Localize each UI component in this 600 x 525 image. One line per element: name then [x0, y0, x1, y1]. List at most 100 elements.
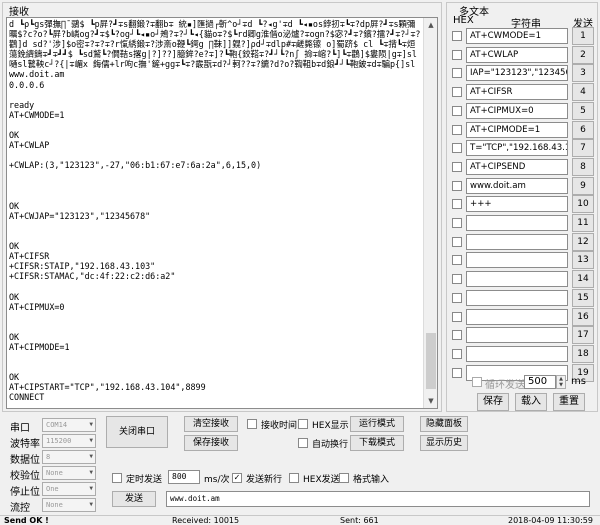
loop-interval-spinner[interactable]: ▲ ▼: [556, 375, 566, 389]
multi-hex-checkbox[interactable]: [452, 68, 462, 79]
multi-text-input[interactable]: AT+CIPMUX=0: [466, 102, 568, 119]
auto-wrap-box[interactable]: [298, 438, 308, 448]
multi-send-button[interactable]: 15: [572, 288, 594, 307]
multi-send-button[interactable]: 6: [572, 120, 594, 139]
multi-send-button[interactable]: 13: [572, 251, 594, 270]
download-mode-button[interactable]: 下载模式: [350, 435, 404, 451]
multi-text-header: HEX 字符串 发送: [447, 15, 597, 30]
multi-text-row: 14: [447, 270, 597, 289]
multi-text-input[interactable]: [466, 252, 568, 269]
multi-hex-checkbox[interactable]: [452, 199, 462, 210]
baud-select[interactable]: 115200 ▼: [42, 434, 96, 448]
multi-hex-checkbox[interactable]: [452, 87, 462, 98]
multi-send-button[interactable]: 12: [572, 232, 594, 251]
loop-send-checkbox[interactable]: [472, 377, 482, 387]
multi-send-button[interactable]: 16: [572, 307, 594, 326]
multi-hex-checkbox[interactable]: [452, 274, 462, 285]
multi-send-button[interactable]: 8: [572, 157, 594, 176]
multi-text-input[interactable]: IAP="123123","12345678": [466, 65, 568, 82]
multi-text-input[interactable]: [466, 345, 568, 362]
multi-send-button[interactable]: 18: [572, 344, 594, 363]
multi-send-button[interactable]: 11: [572, 214, 594, 232]
flow-control-select[interactable]: None ▼: [42, 498, 96, 512]
parity-select[interactable]: None ▼: [42, 466, 96, 480]
load-button[interactable]: 载入: [515, 393, 547, 411]
reset-button[interactable]: 重置: [553, 393, 585, 411]
multi-send-button[interactable]: 1: [572, 27, 594, 45]
scroll-down-icon[interactable]: ▼: [424, 394, 437, 408]
status-bar: Send OK ! Received: 10015 Sent: 661 2018…: [0, 515, 600, 525]
multi-text-row: 11: [447, 214, 597, 232]
multi-text-input[interactable]: www.doit.am: [466, 177, 568, 194]
chevron-down-icon: ▼: [89, 469, 93, 476]
multi-text-input[interactable]: AT+CWMODE=1: [466, 28, 568, 44]
multi-hex-checkbox[interactable]: [452, 255, 462, 266]
multi-send-button[interactable]: 17: [572, 326, 594, 345]
multi-send-button[interactable]: 3: [572, 64, 594, 83]
multi-text-input[interactable]: T="TCP","192.168.43.104",: [466, 140, 568, 157]
multi-send-button[interactable]: 7: [572, 139, 594, 158]
save-receive-button[interactable]: 保存接收: [184, 435, 238, 451]
save-button[interactable]: 保存: [477, 393, 509, 411]
receive-time-box[interactable]: [247, 419, 257, 429]
port-select[interactable]: COM14 ▼: [42, 418, 96, 432]
multi-text-row: IAP="123123","12345678"3: [447, 64, 597, 83]
auto-wrap-label: 自动换行: [312, 440, 349, 450]
send-button[interactable]: 发送: [112, 491, 156, 507]
multi-hex-checkbox[interactable]: [452, 143, 462, 154]
multi-hex-checkbox[interactable]: [452, 49, 462, 60]
multi-text-input[interactable]: [466, 308, 568, 325]
multi-text-input[interactable]: AT+CWLAP: [466, 46, 568, 63]
multi-hex-checkbox[interactable]: [452, 348, 462, 359]
hex-send-box[interactable]: [289, 473, 299, 483]
receive-group: 接收 d ┗ρ┗gs彈撫∏̄ 鶸$ ┗p屛?┛∓s翻鍛?∓翻b∓ 統▪]匯撾┌斬…: [2, 2, 442, 412]
scroll-thumb[interactable]: [426, 333, 436, 389]
multi-send-button[interactable]: 4: [572, 83, 594, 102]
data-bits-select[interactable]: 8 ▼: [42, 450, 96, 464]
multi-hex-checkbox[interactable]: [452, 218, 462, 228]
multi-hex-checkbox[interactable]: [452, 311, 462, 322]
multi-text-input[interactable]: AT+CIPSEND: [466, 158, 568, 175]
hide-panel-button[interactable]: 隐藏面板: [420, 416, 468, 432]
parity-value: None: [46, 469, 63, 477]
multi-send-button[interactable]: 5: [572, 101, 594, 120]
hex-display-box[interactable]: [298, 419, 308, 429]
send-text-input[interactable]: www.doit.am: [166, 491, 590, 507]
multi-text-input[interactable]: [466, 327, 568, 344]
timed-interval-input[interactable]: 800: [168, 470, 200, 484]
multi-text-input[interactable]: +++: [466, 196, 568, 213]
receive-textarea[interactable]: d ┗ρ┗gs彈撫∏̄ 鶸$ ┗p屛?┛∓s翻鍛?∓翻b∓ 統▪]匯撾┌斬^o┘…: [6, 17, 438, 409]
multi-hex-checkbox[interactable]: [452, 236, 462, 247]
multi-hex-checkbox[interactable]: [452, 31, 462, 41]
multi-text-input[interactable]: [466, 271, 568, 288]
receive-text: d ┗ρ┗gs彈撫∏̄ 鶸$ ┗p屛?┛∓s翻鍛?∓翻b∓ 統▪]匯撾┌斬^o┘…: [9, 19, 421, 403]
close-port-button[interactable]: 关闭串口: [106, 416, 168, 448]
multi-hex-checkbox[interactable]: [452, 330, 462, 341]
stop-bits-select[interactable]: One ▼: [42, 482, 96, 496]
multi-text-input[interactable]: [466, 233, 568, 250]
send-newline-box[interactable]: ✓: [232, 473, 242, 483]
multi-text-input[interactable]: [466, 215, 568, 231]
multi-hex-checkbox[interactable]: [452, 292, 462, 303]
multi-send-button[interactable]: 10: [572, 195, 594, 214]
multi-hex-checkbox[interactable]: [452, 180, 462, 191]
multi-send-button[interactable]: 9: [572, 176, 594, 195]
multi-hex-checkbox[interactable]: [452, 105, 462, 116]
scroll-up-icon[interactable]: ▲: [424, 18, 437, 32]
loop-interval-input[interactable]: 500: [524, 375, 556, 389]
multi-hex-checkbox[interactable]: [452, 124, 462, 135]
run-mode-button[interactable]: 运行模式: [350, 416, 404, 432]
multi-send-button[interactable]: 14: [572, 270, 594, 289]
multi-text-input[interactable]: [466, 289, 568, 306]
show-history-button[interactable]: 显示历史: [420, 435, 468, 451]
receive-scrollbar[interactable]: ▲ ▼: [423, 18, 437, 408]
format-input-box[interactable]: [339, 473, 349, 483]
parity-row: 校验位 None ▼: [2, 466, 98, 482]
multi-text-row: 16: [447, 307, 597, 326]
timed-send-box[interactable]: [112, 473, 122, 483]
clear-receive-button[interactable]: 清空接收: [184, 416, 238, 432]
multi-text-input[interactable]: AT+CIFSR: [466, 84, 568, 101]
multi-send-button[interactable]: 2: [572, 45, 594, 64]
multi-text-input[interactable]: AT+CIPMODE=1: [466, 121, 568, 138]
multi-hex-checkbox[interactable]: [452, 161, 462, 172]
